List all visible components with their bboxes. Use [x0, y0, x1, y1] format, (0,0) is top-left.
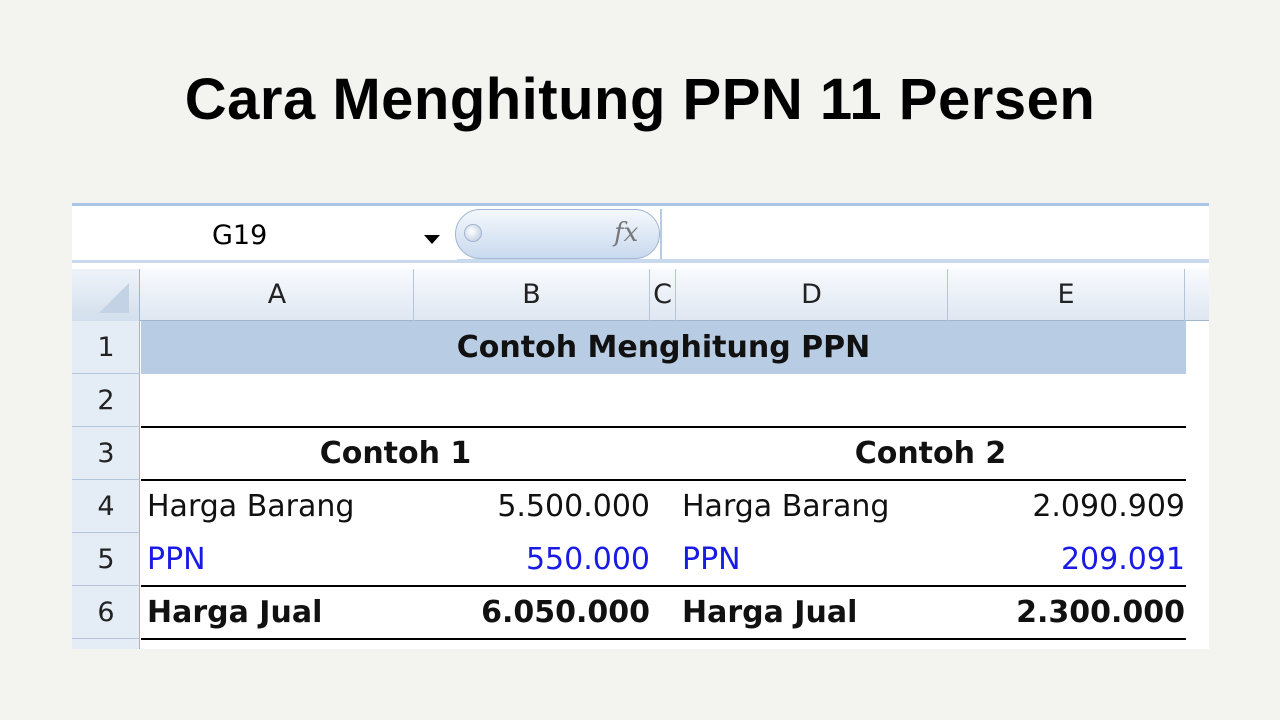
column-header-d[interactable]: D — [676, 269, 948, 321]
row-header-2[interactable]: 2 — [72, 374, 140, 427]
row-header-5[interactable]: 5 — [72, 533, 140, 586]
column-header-c[interactable]: C — [650, 269, 676, 321]
row-header-3[interactable]: 3 — [72, 427, 140, 480]
column-headers: A B C D E — [72, 269, 1209, 321]
formula-separator — [660, 209, 662, 259]
example1-harga-jual-value[interactable]: 6.050.000 — [414, 586, 650, 639]
row-header-4[interactable]: 4 — [72, 480, 140, 533]
example1-ppn-label[interactable]: PPN — [147, 533, 412, 586]
insert-function-icon[interactable]: fx — [614, 218, 638, 248]
example2-harga-barang-label[interactable]: Harga Barang — [682, 480, 947, 533]
chevron-down-icon[interactable] — [424, 235, 440, 244]
example1-ppn-value[interactable]: 550.000 — [414, 533, 650, 586]
column-header-b[interactable]: B — [414, 269, 650, 321]
example2-ppn-value[interactable]: 209.091 — [949, 533, 1185, 586]
example2-title-cell[interactable]: Contoh 2 — [676, 427, 1185, 480]
row-headers: 1 2 3 4 5 6 — [72, 321, 140, 649]
row-header-1[interactable]: 1 — [72, 321, 140, 374]
example2-harga-jual-value[interactable]: 2.300.000 — [949, 586, 1185, 639]
formula-input[interactable] — [664, 209, 1209, 259]
example1-harga-barang-value[interactable]: 5.500.000 — [414, 480, 650, 533]
example1-harga-jual-label[interactable]: Harga Jual — [147, 586, 412, 639]
spreadsheet: G19 fx A B C D E 1 2 3 4 5 6 Contoh Meng… — [72, 203, 1209, 649]
column-header-a[interactable]: A — [141, 269, 414, 321]
page-title: Cara Menghitung PPN 11 Persen — [184, 67, 1096, 132]
formula-bar-divider-handle[interactable]: fx — [455, 209, 660, 259]
select-all-button[interactable] — [72, 269, 140, 321]
formula-bar: G19 fx — [72, 203, 1209, 263]
sheet-heading-cell[interactable]: Contoh Menghitung PPN — [141, 321, 1186, 374]
row-header-6[interactable]: 6 — [72, 586, 140, 639]
select-all-icon — [99, 283, 129, 313]
cell-grid[interactable]: Contoh Menghitung PPN Contoh 1 Contoh 2 … — [141, 321, 1209, 649]
example2-harga-jual-label[interactable]: Harga Jual — [682, 586, 947, 639]
example1-title-cell[interactable]: Contoh 1 — [141, 427, 650, 480]
column-header-e[interactable]: E — [948, 269, 1185, 321]
example2-harga-barang-value[interactable]: 2.090.909 — [949, 480, 1185, 533]
resize-handle-icon[interactable] — [464, 224, 482, 242]
example2-ppn-label[interactable]: PPN — [682, 533, 947, 586]
example1-harga-barang-label[interactable]: Harga Barang — [147, 480, 412, 533]
name-box[interactable]: G19 — [72, 208, 457, 260]
name-box-value: G19 — [212, 220, 268, 251]
